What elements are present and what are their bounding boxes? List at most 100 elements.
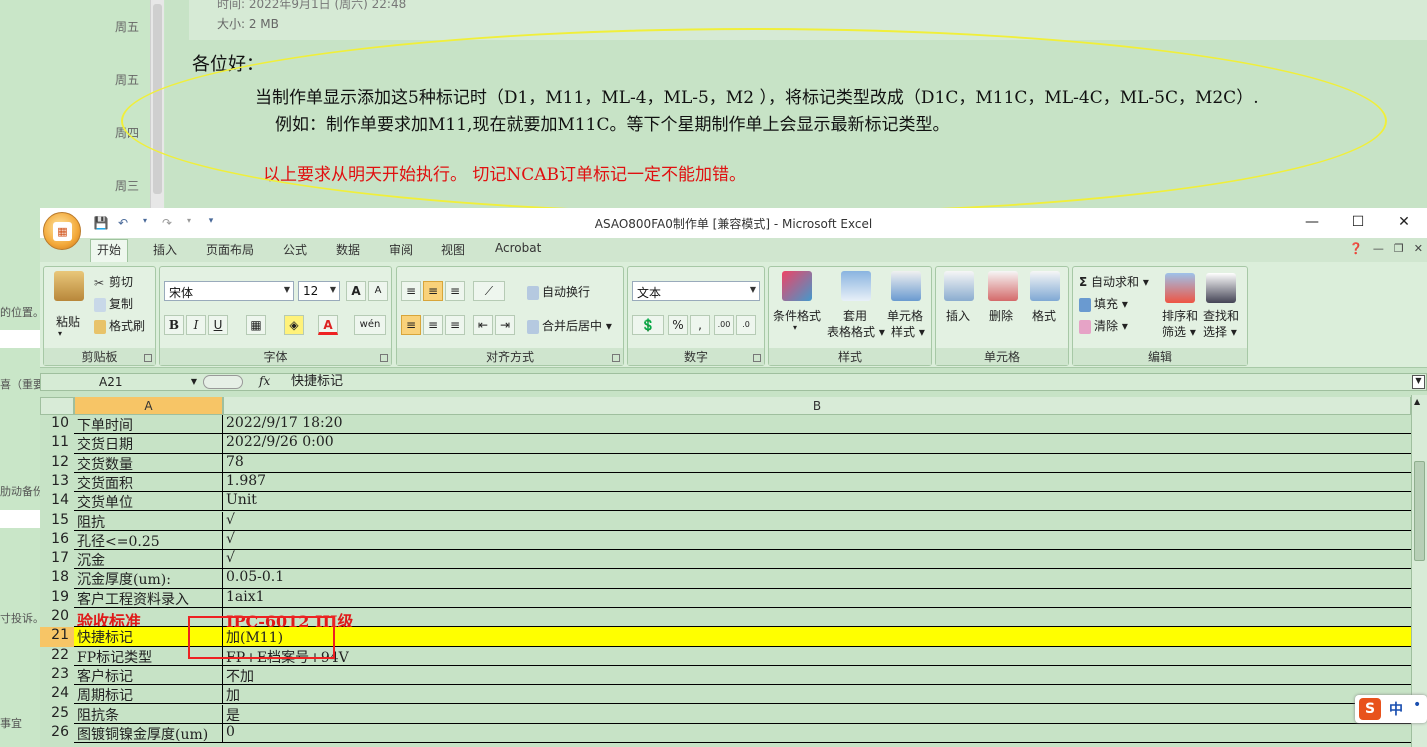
row-header[interactable]: 11 <box>40 434 74 454</box>
formula-scroll-icon[interactable] <box>203 375 243 389</box>
row-header[interactable]: 10 <box>40 415 74 435</box>
office-button[interactable]: ▦ <box>43 212 81 250</box>
row-header[interactable]: 25 <box>40 704 74 724</box>
number-format-select[interactable]: 文本 ▼ <box>632 281 760 301</box>
tab-review[interactable]: 审阅 <box>383 241 419 258</box>
tab-home[interactable]: 开始 <box>90 239 129 262</box>
clear-button[interactable]: 清除 ▾ <box>1079 317 1128 334</box>
align-top-button[interactable]: ≡ <box>401 281 421 301</box>
close-icon[interactable]: ✕ <box>1414 242 1423 255</box>
cell-styles-label[interactable]: 样式 ▾ <box>891 323 925 340</box>
help-icon[interactable]: ❓ <box>1349 242 1363 255</box>
font-size-select[interactable]: 12 ▼ <box>298 281 340 301</box>
shrink-font-button[interactable]: A <box>368 281 388 301</box>
cell-b[interactable]: √ <box>223 512 1411 531</box>
phonetic-button[interactable]: wén <box>354 315 386 335</box>
insert-button[interactable]: 插入 <box>946 307 970 324</box>
font-color-button[interactable]: A <box>318 315 338 335</box>
cell-a[interactable]: 交货数量 <box>74 453 223 473</box>
cell-a[interactable]: 交货面积 <box>74 472 223 493</box>
cell-a[interactable]: 客户工程资料录入 <box>74 588 223 608</box>
cell-b[interactable]: √ <box>223 550 1411 570</box>
tab-view[interactable]: 视图 <box>435 241 471 258</box>
cell-b[interactable]: IPC-6012 III级 <box>223 608 1411 631</box>
align-bottom-button[interactable]: ≡ <box>445 281 465 301</box>
cell-a[interactable]: 孔径<=0.25 <box>74 530 223 551</box>
align-right-button[interactable]: ≡ <box>445 315 465 335</box>
cell-a[interactable]: 下单时间 <box>74 415 223 435</box>
scroll-up-icon[interactable]: ▲ <box>1414 397 1420 406</box>
comma-button[interactable]: , <box>690 315 710 335</box>
cell-b[interactable]: 1.987 <box>223 473 1411 493</box>
cell-a[interactable]: 周期标记 <box>74 685 223 705</box>
chevron-down-icon[interactable]: ▾ <box>793 323 797 332</box>
dialog-launcher-icon[interactable] <box>144 354 152 362</box>
row-header[interactable]: 12 <box>40 453 74 473</box>
sort-filter-button[interactable]: 排序和 <box>1162 307 1198 324</box>
chevron-down-icon[interactable]: ▾ <box>58 329 62 338</box>
cell-b[interactable]: Unit <box>223 492 1411 512</box>
row-header[interactable]: 20 <box>40 608 74 628</box>
currency-button[interactable]: 💲 <box>632 315 664 335</box>
percent-button[interactable]: % <box>668 315 688 335</box>
name-box[interactable]: A21 ▼ <box>43 374 199 390</box>
cell-b[interactable]: √ <box>223 531 1411 551</box>
row-header[interactable]: 13 <box>40 472 74 493</box>
underline-button[interactable]: U <box>208 315 228 335</box>
tab-page-layout[interactable]: 页面布局 <box>200 241 260 258</box>
row-header[interactable]: 19 <box>40 588 74 608</box>
cell-b[interactable]: 1aix1 <box>223 589 1411 608</box>
decrease-indent-button[interactable]: ⇤ <box>473 315 493 335</box>
cell-b[interactable]: 加(M11) <box>223 627 1411 647</box>
wrap-text-button[interactable]: 自动换行 <box>527 283 590 300</box>
formula-input[interactable]: 快捷标记 <box>291 374 343 390</box>
cell-b[interactable]: 不加 <box>223 666 1411 686</box>
find-select-label[interactable]: 选择 ▾ <box>1203 323 1237 340</box>
cell-b[interactable]: 加 <box>223 685 1411 705</box>
cell-a[interactable]: 交货日期 <box>74 434 223 454</box>
row-header[interactable]: 14 <box>40 492 74 512</box>
align-left-button[interactable]: ≡ <box>401 315 421 335</box>
minimize-button[interactable]: — <box>1289 208 1335 238</box>
cell-a[interactable]: 交货单位 <box>74 492 223 512</box>
italic-button[interactable]: I <box>186 315 206 335</box>
cell-b[interactable]: 0 <box>223 724 1411 744</box>
chevron-down-icon[interactable]: ▼ <box>191 374 197 390</box>
cell-styles-button[interactable]: 单元格 <box>887 307 923 324</box>
autosum-button[interactable]: Σ 自动求和 ▾ <box>1079 273 1149 290</box>
decrease-decimal-button[interactable]: .0 <box>736 315 756 335</box>
align-middle-button[interactable]: ≡ <box>423 281 443 301</box>
fill-color-button[interactable]: ◈ <box>284 315 304 335</box>
row-header[interactable]: 17 <box>40 550 74 570</box>
sort-filter-label[interactable]: 筛选 ▾ <box>1162 323 1196 340</box>
tab-formulas[interactable]: 公式 <box>277 241 313 258</box>
cell-b[interactable]: FP+E档案号+94V <box>223 647 1411 666</box>
merge-center-button[interactable]: 合并后居中 ▾ <box>527 317 612 334</box>
bold-button[interactable]: B <box>164 315 184 335</box>
cell-a[interactable]: 阻抗 <box>74 511 223 531</box>
conditional-format-button[interactable]: 条件格式 <box>773 307 821 324</box>
cell-a[interactable]: 沉金 <box>74 550 223 570</box>
format-painter-button[interactable]: 格式刷 <box>94 317 145 334</box>
dialog-launcher-icon[interactable] <box>380 354 388 362</box>
increase-decimal-button[interactable]: .00 <box>714 315 734 335</box>
delete-button[interactable]: 删除 <box>989 307 1013 324</box>
minimize-icon[interactable]: — <box>1373 242 1384 255</box>
cell-a[interactable]: 图镀铜镍金厚度(um) <box>74 723 223 744</box>
cell-b[interactable]: 2022/9/26 0:00 <box>223 434 1411 454</box>
restore-icon[interactable]: ❐ <box>1394 242 1404 255</box>
column-header-a[interactable]: A <box>74 397 223 415</box>
cell-a[interactable]: 阻抗条 <box>74 704 223 724</box>
ime-mode[interactable]: 中 <box>1389 699 1403 719</box>
increase-indent-button[interactable]: ⇥ <box>495 315 515 335</box>
row-header[interactable]: 15 <box>40 511 74 531</box>
format-button[interactable]: 格式 <box>1032 307 1056 324</box>
cell-b[interactable]: 78 <box>223 454 1411 473</box>
copy-button[interactable]: 复制 <box>94 295 133 312</box>
expand-formula-icon[interactable]: ▼ <box>1412 375 1425 389</box>
cut-button[interactable]: ✂ 剪切 <box>94 273 133 290</box>
row-header[interactable]: 23 <box>40 665 74 686</box>
font-name-select[interactable]: 宋体 ▼ <box>164 281 294 301</box>
cell-a[interactable]: 客户标记 <box>74 665 223 686</box>
orientation-button[interactable]: ⟋ <box>473 281 505 301</box>
